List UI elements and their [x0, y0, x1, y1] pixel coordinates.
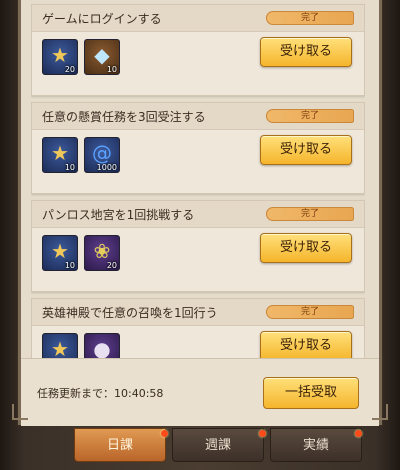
reward-quantity: 10 [106, 65, 117, 74]
quest-card: 任意の懸賞任務を3回受注する 完了 ★ 10 @ 1000 受け取る [31, 102, 365, 194]
reward-quantity: 20 [64, 65, 75, 74]
quest-card-header: 任意の懸賞任務を3回受注する 完了 [32, 103, 364, 130]
claim-button[interactable]: 受け取る [260, 233, 352, 263]
item-icon: ● [93, 337, 111, 358]
star-icon: ★ [51, 43, 69, 67]
reward-item[interactable]: ● [84, 333, 120, 358]
quest-card: パンロス地宮を1回挑戦する 完了 ★ 10 ❀ 20 受け取る [31, 200, 365, 292]
status-text: 完了 [300, 13, 319, 23]
status-badge: 完了 [266, 305, 354, 319]
reward-star[interactable]: ★ 20 [42, 39, 78, 75]
status-badge: 完了 [266, 11, 354, 25]
claim-button[interactable]: 受け取る [260, 331, 352, 358]
reward-star[interactable]: ★ [42, 333, 78, 358]
reward-diamond[interactable]: ◆ 10 [84, 39, 120, 75]
tab-daily[interactable]: 日課 [74, 428, 166, 462]
notification-dot [161, 430, 168, 437]
quest-footer: 任務更新まで：10:40:58 一括受取 [21, 358, 379, 426]
status-text: 完了 [300, 111, 319, 121]
seed-icon: ❀ [93, 239, 111, 263]
quest-card: ゲームにログインする 完了 ★ 20 ◆ 10 受け取る [31, 4, 365, 96]
tab-bar: 日課 週課 実績 [74, 428, 362, 462]
quest-title: 英雄神殿で任意の召喚を1回行う [42, 306, 218, 320]
reward-shell[interactable]: @ 1000 [84, 137, 120, 173]
diamond-icon: ◆ [94, 43, 110, 67]
refresh-timer: 任務更新まで：10:40:58 [37, 387, 164, 400]
quest-title: ゲームにログインする [42, 12, 162, 26]
quest-card-header: パンロス地宮を1回挑戦する 完了 [32, 201, 364, 228]
quest-panel: ゲームにログインする 完了 ★ 20 ◆ 10 受け取る 任意の懸賞任務を3回受… [18, 0, 382, 426]
tab-achievements[interactable]: 実績 [270, 428, 362, 462]
quest-title: パンロス地宮を1回挑戦する [42, 208, 195, 222]
reward-quantity: 20 [106, 261, 117, 270]
claim-button[interactable]: 受け取る [260, 135, 352, 165]
notification-dot [355, 430, 362, 437]
bulk-claim-button[interactable]: 一括受取 [263, 377, 359, 409]
quest-card-header: ゲームにログインする 完了 [32, 5, 364, 32]
quest-card: 英雄神殿で任意の召喚を1回行う 完了 ★ ● 受け取る [31, 298, 365, 358]
spiral-shell-icon: @ [92, 141, 112, 165]
reward-star[interactable]: ★ 10 [42, 235, 78, 271]
star-icon: ★ [51, 141, 69, 165]
quest-title: 任意の懸賞任務を3回受注する [42, 110, 206, 124]
frame-corner [12, 404, 28, 420]
frame-corner [372, 404, 388, 420]
quest-list[interactable]: ゲームにログインする 完了 ★ 20 ◆ 10 受け取る 任意の懸賞任務を3回受… [31, 0, 365, 358]
tab-weekly[interactable]: 週課 [172, 428, 264, 462]
status-text: 完了 [300, 307, 319, 317]
reward-star[interactable]: ★ 10 [42, 137, 78, 173]
reward-seed[interactable]: ❀ 20 [84, 235, 120, 271]
reward-quantity: 10 [64, 163, 75, 172]
star-icon: ★ [51, 239, 69, 263]
reward-quantity: 1000 [96, 163, 117, 172]
quest-card-header: 英雄神殿で任意の召喚を1回行う 完了 [32, 299, 364, 326]
status-badge: 完了 [266, 207, 354, 221]
notification-dot [259, 430, 266, 437]
reward-quantity: 10 [64, 261, 75, 270]
status-text: 完了 [300, 209, 319, 219]
star-icon: ★ [51, 337, 69, 358]
claim-button[interactable]: 受け取る [260, 37, 352, 67]
status-badge: 完了 [266, 109, 354, 123]
